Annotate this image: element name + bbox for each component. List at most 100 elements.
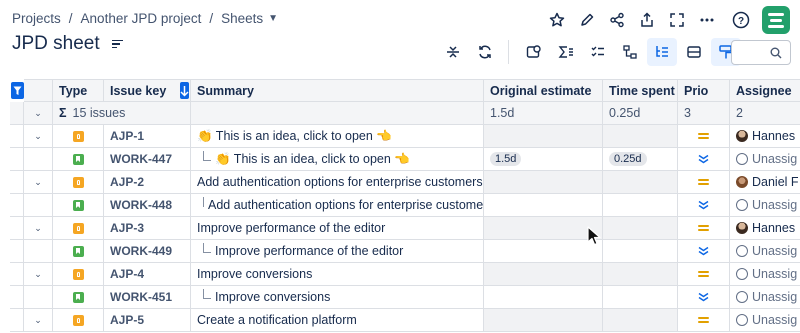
chevron-down-icon[interactable]: ⌄ bbox=[24, 125, 53, 148]
prio-cell[interactable] bbox=[678, 217, 730, 240]
spent-cell[interactable] bbox=[603, 309, 678, 332]
prio-cell[interactable] bbox=[678, 286, 730, 309]
assignee-cell[interactable]: Unassig bbox=[730, 286, 800, 309]
header-summary[interactable]: Summary bbox=[191, 79, 484, 102]
issue-key[interactable]: AJP-4 bbox=[104, 263, 191, 286]
spent-cell[interactable] bbox=[603, 171, 678, 194]
assignee-cell[interactable]: Hannes bbox=[730, 125, 800, 148]
sum-icon[interactable] bbox=[551, 38, 581, 66]
summary-cell[interactable]: Improve conversions bbox=[191, 263, 484, 286]
issue-key[interactable]: AJP-1 bbox=[104, 125, 191, 148]
edit-icon[interactable] bbox=[572, 6, 602, 34]
summary-cell[interactable]: Create a notification platform bbox=[191, 309, 484, 332]
spent-cell[interactable] bbox=[603, 217, 678, 240]
header-issue-key[interactable]: Issue key bbox=[104, 79, 191, 102]
chevron-down-icon[interactable]: ⌄ bbox=[24, 171, 53, 194]
more-icon[interactable] bbox=[692, 6, 722, 34]
table-row[interactable]: ⌄ AJP-2 Add authentication options for e… bbox=[10, 171, 800, 194]
table-row[interactable]: WORK-447 👏 This is an idea, click to ope… bbox=[10, 148, 800, 171]
assignee-cell[interactable]: Unassig bbox=[730, 194, 800, 217]
card-view-icon[interactable] bbox=[679, 38, 709, 66]
issue-key[interactable]: AJP-5 bbox=[104, 309, 191, 332]
estimate-cell[interactable] bbox=[484, 240, 603, 263]
assignee-cell[interactable]: Hannes bbox=[730, 217, 800, 240]
chevron-down-icon[interactable]: ⌄ bbox=[24, 263, 53, 286]
header-original-estimate[interactable]: Original estimate bbox=[484, 79, 603, 102]
star-icon[interactable] bbox=[542, 6, 572, 34]
estimate-cell[interactable] bbox=[484, 286, 603, 309]
fullscreen-icon[interactable] bbox=[662, 6, 692, 34]
filter-icon[interactable] bbox=[10, 82, 24, 99]
header-time-spent[interactable]: Time spent bbox=[603, 79, 678, 102]
issue-key[interactable]: AJP-2 bbox=[104, 171, 191, 194]
estimate-cell[interactable] bbox=[484, 171, 603, 194]
table-row[interactable]: ⌄ AJP-3 Improve performance of the edito… bbox=[10, 217, 800, 240]
prio-cell[interactable] bbox=[678, 240, 730, 263]
export-icon[interactable] bbox=[632, 6, 662, 34]
estimate-cell[interactable] bbox=[484, 194, 603, 217]
spent-cell[interactable] bbox=[603, 263, 678, 286]
issue-key[interactable]: WORK-448 bbox=[104, 194, 191, 217]
assignee-cell[interactable]: Unassig bbox=[730, 240, 800, 263]
chevron-down-icon[interactable]: ⌄ bbox=[24, 102, 53, 125]
table-row[interactable]: ⌄ AJP-1 👏 This is an idea, click to open… bbox=[10, 125, 800, 148]
table-row[interactable]: WORK-451 Improve conversions Unassig bbox=[10, 286, 800, 309]
estimate-cell[interactable] bbox=[484, 263, 603, 286]
table-row[interactable]: WORK-448 Add authentication options for … bbox=[10, 194, 800, 217]
summary-cell[interactable]: Add authentication options for enterpris… bbox=[191, 171, 484, 194]
table-row[interactable]: ⌄ AJP-5 Create a notification platform U… bbox=[10, 309, 800, 332]
prio-cell[interactable] bbox=[678, 148, 730, 171]
search-input[interactable] bbox=[731, 40, 791, 65]
summary-cell[interactable]: Improve conversions bbox=[191, 286, 484, 309]
app-logo-icon[interactable] bbox=[762, 6, 790, 34]
hierarchy-icon[interactable] bbox=[615, 38, 645, 66]
summary-cell[interactable]: Add authentication options for enterpris… bbox=[191, 194, 484, 217]
summary-cell[interactable]: 👏 This is an idea, click to open 👈 bbox=[191, 148, 484, 171]
issue-key[interactable]: WORK-449 bbox=[104, 240, 191, 263]
view-options-icon[interactable] bbox=[111, 38, 123, 51]
header-assignee[interactable]: Assignee bbox=[730, 79, 800, 102]
summary-cell[interactable]: 👏 This is an idea, click to open 👈 bbox=[191, 125, 484, 148]
issue-key[interactable]: WORK-447 bbox=[104, 148, 191, 171]
prio-cell[interactable] bbox=[678, 125, 730, 148]
prio-cell[interactable] bbox=[678, 171, 730, 194]
breadcrumb-projects[interactable]: Projects bbox=[12, 11, 61, 26]
header-type[interactable]: Type bbox=[53, 79, 104, 102]
prio-cell[interactable] bbox=[678, 263, 730, 286]
chevron-down-icon[interactable]: ⌄ bbox=[24, 309, 53, 332]
share-icon[interactable] bbox=[602, 6, 632, 34]
estimate-cell[interactable] bbox=[484, 125, 603, 148]
assignee-cell[interactable]: Unassig bbox=[730, 263, 800, 286]
breadcrumb-project[interactable]: Another JPD project bbox=[81, 11, 202, 26]
prio-cell[interactable] bbox=[678, 309, 730, 332]
summary-cell[interactable]: Improve performance of the editor bbox=[191, 240, 484, 263]
estimate-cell[interactable]: 1.5d bbox=[484, 148, 603, 171]
chevron-down-icon[interactable]: ⌄ bbox=[24, 217, 53, 240]
estimate-cell[interactable] bbox=[484, 309, 603, 332]
chevron-down-icon[interactable]: ▼ bbox=[268, 13, 278, 24]
estimate-cell[interactable] bbox=[484, 217, 603, 240]
spent-cell[interactable] bbox=[603, 286, 678, 309]
help-icon[interactable]: ? bbox=[726, 6, 756, 34]
spent-cell[interactable]: 0.25d bbox=[603, 148, 678, 171]
checklist-icon[interactable] bbox=[583, 38, 613, 66]
assignee-cell[interactable]: Unassig bbox=[730, 309, 800, 332]
spent-cell[interactable] bbox=[603, 240, 678, 263]
row-height-icon[interactable] bbox=[438, 38, 468, 66]
refresh-icon[interactable] bbox=[470, 38, 500, 66]
issue-key[interactable]: AJP-3 bbox=[104, 217, 191, 240]
search-jql-icon[interactable] bbox=[519, 38, 549, 66]
breadcrumb-sheets[interactable]: Sheets bbox=[221, 11, 263, 26]
table-row[interactable]: WORK-449 Improve performance of the edit… bbox=[10, 240, 800, 263]
spent-cell[interactable] bbox=[603, 125, 678, 148]
prio-cell[interactable] bbox=[678, 194, 730, 217]
header-prio[interactable]: Prio bbox=[678, 79, 730, 102]
tree-view-icon[interactable] bbox=[647, 38, 677, 66]
issue-key[interactable]: WORK-451 bbox=[104, 286, 191, 309]
summary-cell[interactable]: Improve performance of the editor bbox=[191, 217, 484, 240]
spent-cell[interactable] bbox=[603, 194, 678, 217]
sort-down-icon[interactable] bbox=[180, 82, 190, 99]
assignee-cell[interactable]: Unassig bbox=[730, 148, 800, 171]
assignee-cell[interactable]: Daniel F bbox=[730, 171, 800, 194]
table-row[interactable]: ⌄ AJP-4 Improve conversions Unassig bbox=[10, 263, 800, 286]
